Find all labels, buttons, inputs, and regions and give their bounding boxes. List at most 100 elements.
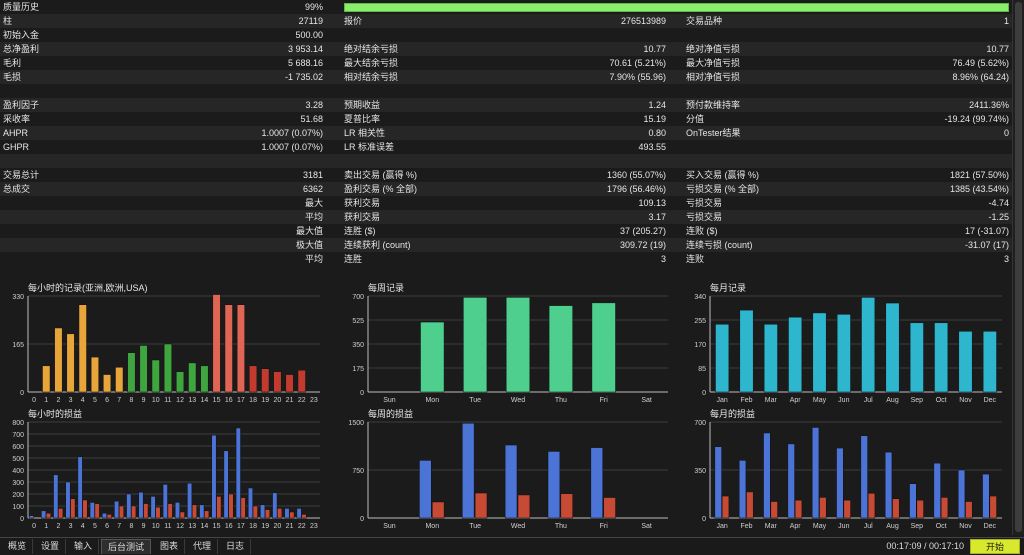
report-row: 毛损 -1 735.02 相对结余亏损 7.90% (55.96) 相对净值亏损 8.96…: [0, 70, 1012, 84]
report-value: 6362: [302, 184, 323, 194]
x-tick-label: 4: [81, 523, 85, 530]
bar: [224, 304, 233, 393]
report-value: 70.61 (5.21%): [609, 58, 666, 68]
y-tick-label: 525: [352, 318, 364, 325]
bar: [934, 322, 949, 393]
bar: [289, 511, 295, 519]
bar: [199, 504, 205, 519]
y-tick-label: 100: [12, 504, 24, 511]
x-tick-label: 21: [286, 397, 294, 404]
y-tick-label: 175: [352, 366, 364, 373]
tab-0[interactable]: 概览: [2, 539, 34, 554]
y-tick-label: 0: [20, 516, 24, 523]
bar: [247, 487, 253, 519]
tab-5[interactable]: 代理: [187, 539, 219, 554]
y-tick-label: 350: [352, 342, 364, 349]
x-tick-label: Tue: [469, 523, 481, 530]
report-label: 夏普比率: [344, 114, 381, 124]
report-value: 2411.36%: [969, 100, 1009, 110]
report-value: 1360 (55.07%): [606, 170, 666, 180]
bar: [989, 495, 997, 519]
bar: [957, 469, 966, 519]
bar: [65, 481, 71, 519]
bar: [155, 506, 161, 519]
tab-3[interactable]: 后台测试: [101, 539, 152, 554]
report-label: 绝对结余亏损: [344, 44, 399, 54]
bar: [590, 447, 603, 519]
tab-6[interactable]: 日志: [220, 539, 252, 554]
report-label: 总成交: [3, 184, 31, 194]
x-tick-label: Tue: [469, 397, 481, 404]
report-label: 获利交易: [344, 198, 381, 208]
report-value: 3181: [302, 170, 323, 180]
bar: [940, 497, 949, 519]
report-value: 1385 (43.54%): [949, 184, 1009, 194]
y-tick-label: 750: [352, 468, 364, 475]
report-row: 盈利因子 3.28 预期收益 1.24 预付款维持率 2411.36%: [0, 98, 1012, 112]
report-label: 交易品种: [686, 16, 723, 26]
x-tick-label: Jul: [864, 523, 873, 530]
chart-title: 每月记录: [710, 282, 746, 293]
report-label: 盈利交易 (% 全部): [344, 184, 417, 194]
bar: [811, 427, 820, 519]
report-label: 绝对净值亏损: [686, 44, 741, 54]
x-tick-label: 5: [93, 523, 97, 530]
report-value: 99%: [304, 2, 323, 12]
bar: [285, 374, 294, 393]
bar: [240, 497, 246, 519]
bar: [188, 362, 197, 393]
scrollbar-thumb[interactable]: [1015, 2, 1022, 532]
x-tick-label: Mar: [765, 523, 778, 530]
report-row: 平均 获利交易 3.17 亏损交易 -1.25: [0, 210, 1012, 224]
report-label: 预期收益: [344, 100, 381, 110]
bar: [115, 367, 124, 393]
y-tick-label: 350: [694, 468, 706, 475]
y-tick-label: 255: [694, 318, 706, 325]
report-value: 1: [1003, 16, 1009, 26]
x-tick-label: Jun: [838, 397, 849, 404]
y-tick-label: 300: [12, 480, 24, 487]
x-tick-label: Nov: [959, 397, 972, 404]
y-tick-label: 0: [20, 390, 24, 397]
x-tick-label: 10: [152, 523, 160, 530]
x-tick-label: 13: [188, 523, 196, 530]
bar: [94, 503, 100, 519]
bar: [836, 447, 844, 519]
x-tick-label: Aug: [886, 523, 899, 530]
bar: [101, 512, 107, 519]
y-tick-label: 600: [12, 444, 24, 451]
x-tick-label: Aug: [886, 397, 899, 404]
x-tick-label: Apr: [790, 523, 802, 530]
report-label: 毛损: [3, 72, 22, 82]
bar: [958, 331, 973, 393]
report-value: 27119: [298, 16, 323, 26]
bar: [261, 368, 270, 393]
x-tick-label: 11: [164, 397, 171, 404]
report-value: -1 735.02: [284, 72, 323, 82]
bar: [235, 427, 241, 519]
x-tick-label: 20: [274, 523, 282, 530]
report-label: 毛利: [3, 58, 22, 68]
bar: [58, 508, 64, 519]
report-row: 极大值 连续获利 (count) 309.72 (19) 连续亏损 (count) -3…: [0, 238, 1012, 252]
bar: [715, 323, 730, 393]
vertical-scrollbar[interactable]: [1012, 0, 1024, 535]
y-tick-label: 400: [12, 468, 24, 475]
report-value: 500.00: [295, 30, 323, 40]
start-button[interactable]: 开始: [970, 539, 1020, 554]
bar: [163, 343, 172, 393]
bar: [78, 304, 87, 393]
report-value: 309.72 (19): [619, 240, 666, 250]
bar: [138, 491, 144, 519]
tab-4[interactable]: 图表: [154, 539, 186, 554]
y-tick-label: 0: [702, 390, 706, 397]
report-label: 最大结余亏损: [344, 58, 399, 68]
tab-2[interactable]: 输入: [68, 539, 100, 554]
y-tick-label: 700: [352, 294, 364, 301]
x-tick-label: Sat: [641, 397, 652, 404]
report-value: 276513989: [620, 16, 666, 26]
bar: [249, 365, 258, 393]
tab-1[interactable]: 设置: [35, 539, 67, 554]
x-tick-label: Sun: [383, 523, 396, 530]
y-tick-label: 0: [360, 516, 364, 523]
